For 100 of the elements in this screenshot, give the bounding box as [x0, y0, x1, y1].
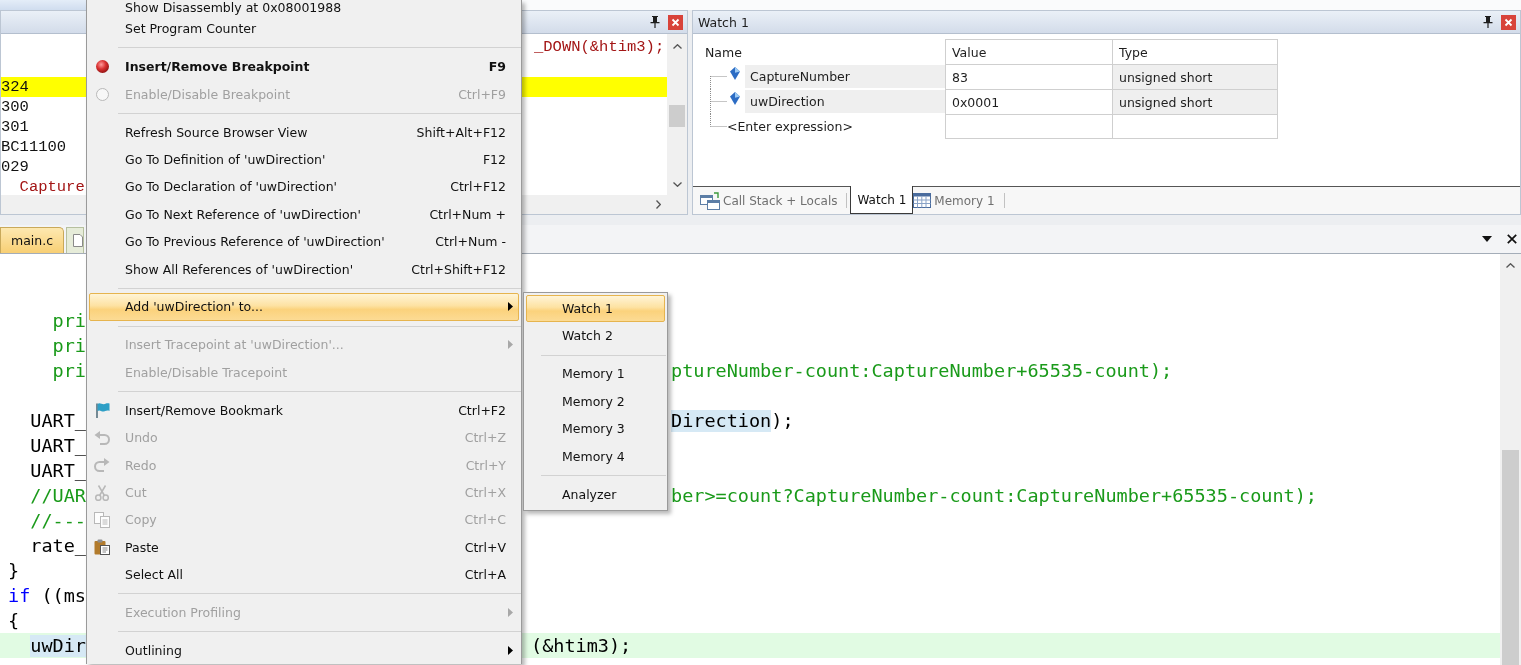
shortcut-text: Ctrl+F2 [457, 402, 506, 418]
code-text: ((ms [41, 584, 86, 607]
watch-type-cell: unsigned short [1112, 89, 1278, 114]
pin-icon[interactable] [650, 16, 660, 28]
code-text: Capture [19, 178, 85, 195]
shortcut-text: F9 [487, 59, 506, 75]
breakpoint-dot-icon [95, 60, 109, 74]
code-text: 301 [1, 118, 29, 136]
undo-icon [94, 429, 110, 446]
copy-icon [94, 511, 110, 528]
code-text: } [8, 559, 20, 582]
code-text: UART_ [30, 434, 86, 457]
panel-tab[interactable]: Memory 1 [913, 187, 1001, 214]
pin-icon[interactable] [1483, 16, 1493, 28]
scrollbar-thumb[interactable] [669, 105, 685, 127]
menu-item[interactable]: Go To Definition of 'uwDirection' F12 [89, 145, 519, 174]
dropdown-icon[interactable] [1482, 236, 1492, 242]
document-icon [73, 234, 84, 247]
menu-item[interactable]: Watch 1 [526, 294, 665, 323]
scrollbar[interactable] [1500, 254, 1521, 665]
code-text: UART_ [30, 459, 86, 482]
shortcut-text: Ctrl+V [463, 539, 506, 555]
chevron-up-icon[interactable] [672, 44, 682, 49]
watch-name-cell[interactable]: uwDirection [745, 90, 945, 113]
shortcut-text: Ctrl+F12 [449, 179, 506, 195]
code-text: //UAR [30, 484, 86, 507]
menu-item[interactable]: Memory 1 [526, 360, 665, 388]
menu-item[interactable]: Paste Ctrl+V [89, 533, 519, 561]
code-text: 029 [1, 158, 29, 176]
flag-icon [94, 402, 110, 419]
panel-tab[interactable]: Watch 1 [850, 186, 914, 214]
editor-tab[interactable] [66, 227, 85, 253]
chevron-up-icon[interactable] [1506, 263, 1515, 268]
code-text: _DOWN(&htim3); [534, 38, 665, 56]
menu-item[interactable]: Insert/Remove Breakpoint F9 [89, 53, 519, 81]
redo-icon [94, 457, 110, 474]
menu-item[interactable]: Go To Declaration of 'uwDirection' Ctrl+F12 [89, 173, 519, 201]
expression-entry[interactable]: <Enter expression> [727, 119, 853, 134]
shortcut-text: Shift+Alt+F12 [415, 124, 506, 140]
diamond-icon [730, 92, 740, 105]
menu-item[interactable]: Refresh Source Browser View Shift+Alt+F12 [89, 118, 519, 146]
menu-item[interactable]: Go To Previous Reference of 'uwDirection' Ctrl+Num - [89, 227, 519, 256]
code-text: (&htim3); [531, 634, 632, 657]
shortcut-text: Ctrl+Y [464, 457, 506, 473]
scissors-icon [94, 484, 110, 501]
shortcut-text: Ctrl+Z [463, 430, 506, 446]
editor-tab[interactable]: main.c [0, 227, 65, 253]
column-header: Value [945, 39, 1112, 65]
code-text: 300 [1, 98, 29, 116]
code-text: UART_ [30, 409, 86, 432]
windows-icon [700, 191, 720, 210]
code-text: uwDir [30, 634, 86, 657]
hollow-circle-icon [95, 87, 109, 101]
menu-item[interactable]: Select All Ctrl+A [89, 561, 519, 589]
code-text: ber>=count?CaptureNumber-count:CaptureNumber+65535-count); [671, 484, 1317, 507]
diamond-icon [730, 67, 740, 80]
code-text: rate_ [30, 534, 86, 557]
code-text: ); [771, 409, 794, 432]
menu-item[interactable]: Memory 4 [526, 442, 665, 470]
table-cell[interactable] [945, 114, 1112, 139]
code-text: ptureNumber-count:CaptureNumber+65535-count); [671, 359, 1173, 382]
close-icon[interactable] [1507, 234, 1517, 244]
chevron-down-icon[interactable] [672, 182, 682, 187]
shortcut-text: Ctrl+C [463, 512, 506, 528]
code-text: 324 [1, 78, 29, 96]
code-text: if [8, 584, 31, 607]
menu-item[interactable]: Go To Next Reference of 'uwDirection' Ctrl+Num + [89, 200, 519, 228]
watch-name-cell[interactable]: CaptureNumber [745, 65, 945, 88]
grid-icon [913, 193, 932, 208]
code-text: Direction [671, 409, 772, 432]
submenu-arrow-icon [508, 340, 513, 350]
code-text: pri [52, 309, 86, 332]
menu-item[interactable]: Show All References of 'uwDirection' Ctrl+Shift+F12 [89, 255, 519, 283]
column-header: Name [704, 43, 743, 62]
panel-tab[interactable]: Call Stack + Locals [700, 187, 844, 214]
menu-item[interactable]: Analyzer [526, 480, 665, 508]
shortcut-text: Ctrl+Num + [428, 206, 506, 222]
shortcut-text: Ctrl+A [463, 567, 506, 583]
menu-item[interactable]: Show Disassembly at 0x08001988 [89, 0, 519, 15]
shortcut-text: F12 [481, 151, 506, 167]
code-text: pri [52, 334, 86, 357]
chevron-right-icon[interactable] [656, 200, 661, 209]
scrollbar[interactable] [667, 34, 687, 195]
panel-title: Watch 1 [698, 14, 749, 30]
submenu-arrow-icon [508, 646, 513, 656]
shortcut-text: Ctrl+X [463, 485, 506, 500]
code-text: //--- [30, 509, 86, 532]
menu-item[interactable]: Outlining [89, 636, 519, 665]
menu-item[interactable]: Memory 3 [526, 414, 665, 443]
clipboard-icon [94, 539, 110, 556]
menu-item[interactable]: Insert/Remove Bookmark Ctrl+F2 [89, 396, 519, 425]
menu-item[interactable]: Add 'uwDirection' to... [89, 293, 519, 321]
code-text: pri [52, 359, 86, 382]
menu-item[interactable]: Memory 2 [526, 387, 665, 415]
submenu-arrow-icon [508, 302, 513, 312]
submenu-arrow-icon [508, 608, 513, 618]
shortcut-text: Ctrl+Num - [434, 234, 506, 250]
scrollbar-thumb[interactable] [1502, 450, 1519, 665]
menu-item[interactable]: Set Program Counter [89, 15, 519, 43]
menu-item[interactable]: Watch 2 [526, 322, 665, 350]
